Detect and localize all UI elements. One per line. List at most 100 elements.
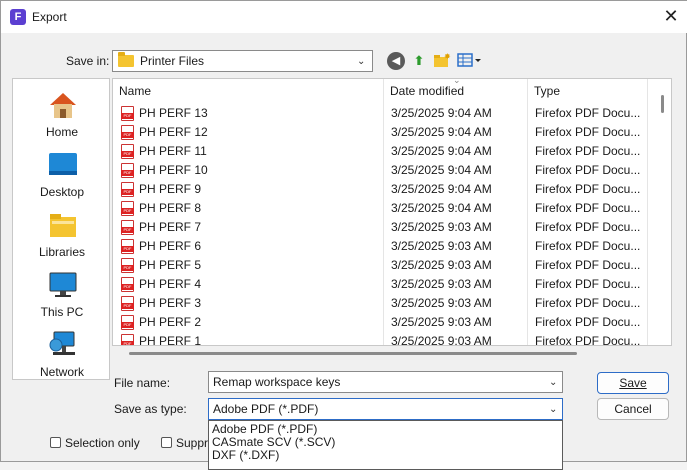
file-name-label: File name: <box>114 376 171 390</box>
file-row[interactable]: PH PERF 13 3/25/2025 9:04 AM Firefox PDF D… <box>113 104 653 123</box>
file-type: Firefox PDF Docu... <box>535 277 641 291</box>
file-name: PH PERF 13 <box>139 106 208 120</box>
close-icon: ✕ <box>663 6 679 26</box>
save-in-combo[interactable]: Printer Files ⌄ <box>112 50 373 72</box>
file-type: Firefox PDF Docu... <box>535 125 641 139</box>
pdf-file-icon <box>121 315 134 330</box>
new-folder-icon: ✸ <box>434 52 451 67</box>
type-option[interactable]: Adobe PDF (*.PDF) <box>212 422 317 436</box>
pdf-file-icon <box>121 277 134 292</box>
svg-text:✸: ✸ <box>444 52 451 61</box>
file-row[interactable]: PH PERF 2 3/25/2025 9:03 AM Firefox PDF Do… <box>113 313 653 332</box>
pdf-file-icon <box>121 334 134 345</box>
up-folder-button[interactable]: ⬆ <box>410 52 428 70</box>
file-row[interactable]: PH PERF 7 3/25/2025 9:03 AM Firefox PDF Do… <box>113 218 653 237</box>
export-dialog: F Export ✕ Save in: Printer Files ⌄ ◀ ⬆ … <box>0 0 687 470</box>
column-header-name[interactable]: Name <box>113 79 383 103</box>
file-row[interactable]: PH PERF 9 3/25/2025 9:04 AM Firefox PDF Do… <box>113 180 653 199</box>
file-row[interactable]: PH PERF 10 3/25/2025 9:04 AM Firefox PDF D… <box>113 161 653 180</box>
place-desktop[interactable]: Desktop <box>13 143 111 203</box>
file-name: PH PERF 6 <box>139 239 202 253</box>
pdf-file-icon <box>121 239 134 254</box>
file-type: Firefox PDF Docu... <box>535 182 641 196</box>
title-bar[interactable]: F Export ✕ <box>1 1 687 33</box>
view-menu-button[interactable] <box>457 52 483 70</box>
app-icon: F <box>10 9 26 25</box>
close-button[interactable]: ✕ <box>657 4 685 28</box>
file-date: 3/25/2025 9:04 AM <box>391 182 492 196</box>
file-name: PH PERF 1 <box>139 334 202 346</box>
back-arrow-icon: ◀ <box>391 55 401 67</box>
type-option[interactable]: CASmate SCV (*.SCV) <box>212 435 335 449</box>
back-button[interactable]: ◀ <box>387 52 405 70</box>
place-label: This PC <box>40 305 84 319</box>
pdf-file-icon <box>121 144 134 159</box>
folder-icon <box>118 52 134 67</box>
computer-icon <box>49 272 77 297</box>
place-label: Desktop <box>39 185 85 199</box>
suppress-checkbox[interactable] <box>161 437 172 448</box>
file-row[interactable]: PH PERF 3 3/25/2025 9:03 AM Firefox PDF Do… <box>113 294 653 313</box>
file-name: PH PERF 10 <box>139 163 208 177</box>
file-date: 3/25/2025 9:03 AM <box>391 220 492 234</box>
cancel-button[interactable]: Cancel <box>597 398 669 420</box>
place-libraries[interactable]: Libraries <box>13 203 111 263</box>
file-type: Firefox PDF Docu... <box>535 296 641 310</box>
file-date: 3/25/2025 9:04 AM <box>391 125 492 139</box>
file-name: PH PERF 7 <box>139 220 202 234</box>
save-as-type-select[interactable]: Adobe PDF (*.PDF) ⌄ <box>208 398 563 420</box>
file-type: Firefox PDF Docu... <box>535 163 641 177</box>
column-header-type[interactable]: Type <box>528 79 658 103</box>
file-type: Firefox PDF Docu... <box>535 315 641 329</box>
chevron-down-icon: ⌄ <box>549 377 558 388</box>
file-row[interactable]: PH PERF 11 3/25/2025 9:04 AM Firefox PDF D… <box>113 142 653 161</box>
file-name: PH PERF 9 <box>139 182 202 196</box>
vertical-scrollbar[interactable] <box>661 95 664 113</box>
place-this-pc[interactable]: This PC <box>13 263 111 323</box>
place-label: Libraries <box>38 245 86 259</box>
places-bar: Home Desktop Libraries This PC Network <box>12 78 110 380</box>
place-label: Home <box>45 125 78 139</box>
file-row[interactable]: PH PERF 12 3/25/2025 9:04 AM Firefox PDF D… <box>113 123 653 142</box>
sort-arrow-icon: ⌄ <box>453 78 461 85</box>
chevron-down-icon: ⌄ <box>357 56 366 67</box>
file-name-input[interactable]: Remap workspace keys ⌄ <box>208 371 563 393</box>
pdf-file-icon <box>121 163 134 178</box>
file-row[interactable]: PH PERF 4 3/25/2025 9:03 AM Firefox PDF Do… <box>113 275 653 294</box>
file-row[interactable]: PH PERF 8 3/25/2025 9:04 AM Firefox PDF Do… <box>113 199 653 218</box>
save-button[interactable]: Save <box>597 372 669 394</box>
place-home[interactable]: Home <box>13 83 111 143</box>
pdf-file-icon <box>121 258 134 273</box>
file-date: 3/25/2025 9:04 AM <box>391 163 492 177</box>
pdf-file-icon <box>121 220 134 235</box>
up-arrow-icon: ⬆ <box>413 53 425 68</box>
desktop-icon <box>49 153 77 175</box>
file-name-value: Remap workspace keys <box>213 375 341 389</box>
pdf-file-icon <box>121 182 134 197</box>
view-grid-icon <box>457 53 481 67</box>
file-row[interactable]: PH PERF 6 3/25/2025 9:03 AM Firefox PDF Do… <box>113 237 653 256</box>
file-type: Firefox PDF Docu... <box>535 239 641 253</box>
file-name: PH PERF 3 <box>139 296 202 310</box>
file-type: Firefox PDF Docu... <box>535 106 641 120</box>
type-option[interactable]: DXF (*.DXF) <box>212 448 279 462</box>
new-folder-button[interactable]: ✸ <box>433 52 451 70</box>
file-name: PH PERF 12 <box>139 125 208 139</box>
libraries-icon <box>50 214 76 237</box>
file-date: 3/25/2025 9:03 AM <box>391 296 492 310</box>
horizontal-scrollbar[interactable] <box>129 352 577 355</box>
file-list[interactable]: Name Date modified ⌄ Type PH PERF 133/25… <box>112 78 672 346</box>
chevron-down-icon: ⌄ <box>549 404 558 415</box>
dialog-title: Export <box>32 10 67 24</box>
place-network[interactable]: Network <box>13 323 111 383</box>
file-date: 3/25/2025 9:04 AM <box>391 106 492 120</box>
file-row[interactable]: PH PERF 5 3/25/2025 9:03 AM Firefox PDF Do… <box>113 256 653 275</box>
file-row[interactable]: PH PERF 1 3/25/2025 9:03 AM Firefox PDF Do… <box>113 332 653 346</box>
file-date: 3/25/2025 9:03 AM <box>391 277 492 291</box>
selection-only-checkbox[interactable] <box>50 437 61 448</box>
pdf-file-icon <box>121 106 134 121</box>
file-type: Firefox PDF Docu... <box>535 220 641 234</box>
file-date: 3/25/2025 9:03 AM <box>391 239 492 253</box>
file-date: 3/25/2025 9:04 AM <box>391 201 492 215</box>
file-date: 3/25/2025 9:03 AM <box>391 258 492 272</box>
